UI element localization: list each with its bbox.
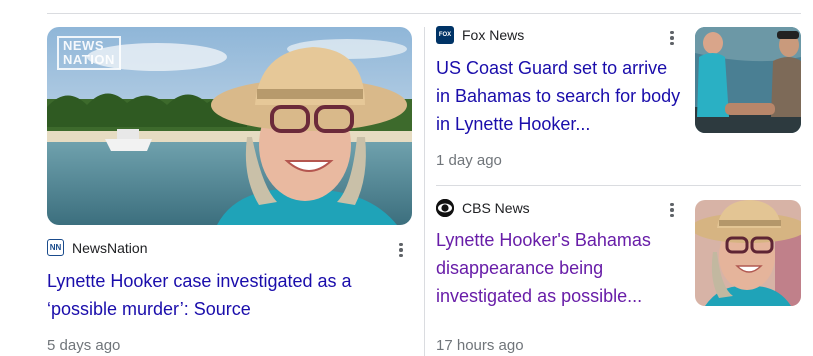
story-time: 17 hours ago [436,337,524,354]
story-source[interactable]: NN NewsNation [47,239,147,256]
more-vert-icon[interactable] [662,28,682,48]
story-headline[interactable]: US Coast Guard set to arrive in Bahamas … [436,54,684,138]
more-vert-icon[interactable] [662,200,682,220]
source-name: NewsNation [72,239,148,256]
story-thumbnail[interactable] [695,27,801,133]
story-time: 5 days ago [47,337,121,354]
top-divider [47,13,801,14]
more-vert-icon[interactable] [391,240,411,260]
story-source[interactable]: FOX Fox News [436,26,524,44]
newsnation-watermark: NEWS NATION [57,36,121,70]
column-divider [424,27,425,356]
story-source[interactable]: CBS News [436,199,530,217]
row-divider [436,185,801,186]
story-thumbnail[interactable] [695,200,801,306]
source-name: CBS News [462,200,530,216]
story-time: 1 day ago [436,152,502,169]
newsnation-logo-icon: NN [47,239,64,256]
cbs-news-logo-icon [436,199,454,217]
story-image[interactable]: NEWS NATION [47,27,412,225]
story-headline[interactable]: Lynette Hooker case investigated as a ‘p… [47,267,397,323]
story-headline[interactable]: Lynette Hooker's Bahamas disappearance b… [436,226,684,310]
fox-news-logo-icon: FOX [436,26,454,44]
source-name: Fox News [462,27,525,43]
